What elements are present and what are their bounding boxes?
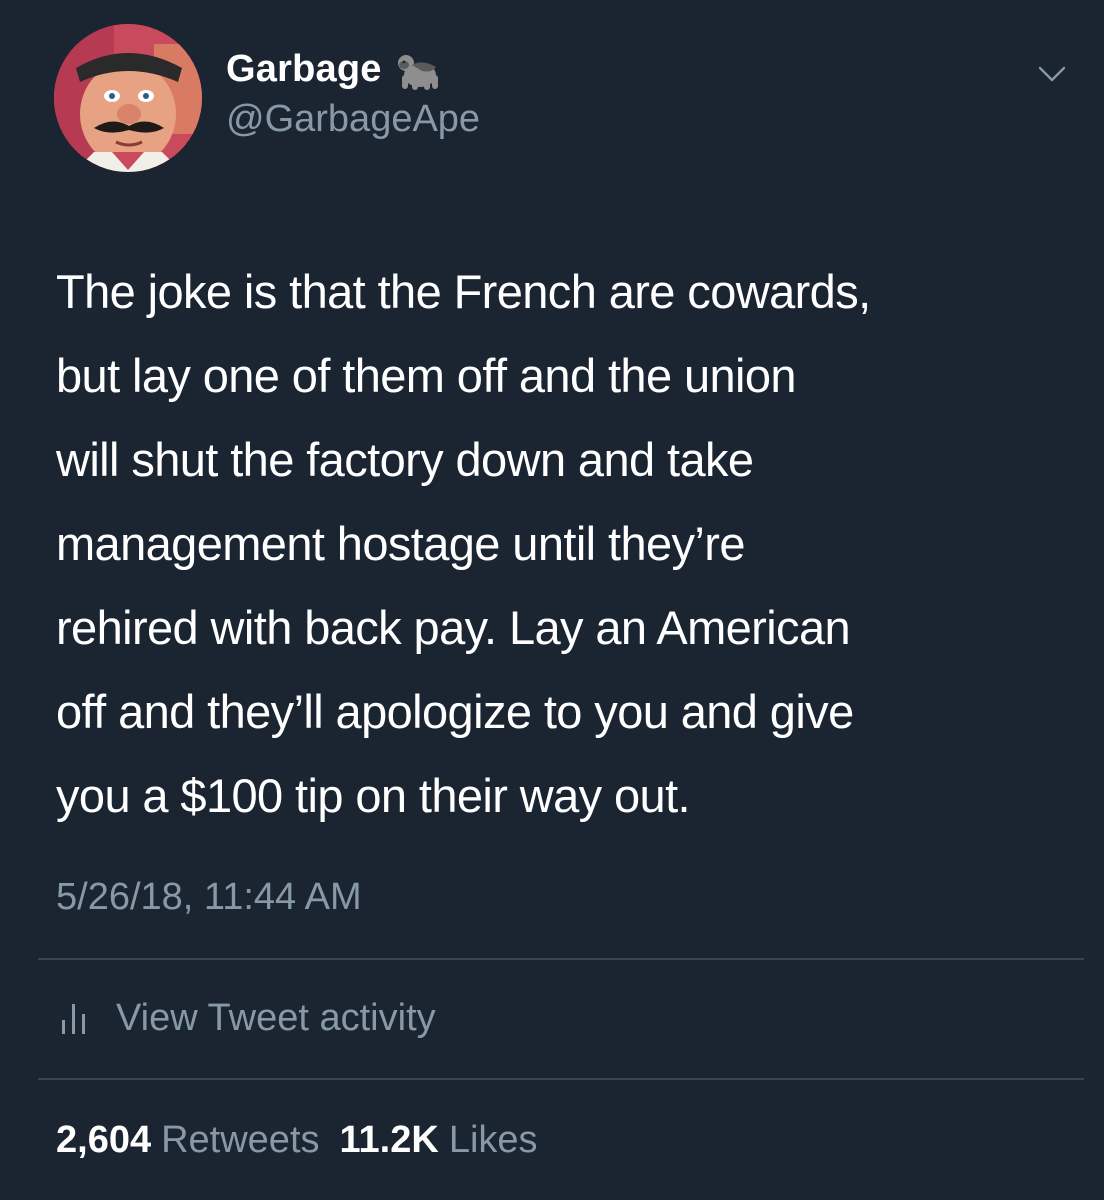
retweets-stat[interactable]: 2,604 Retweets (56, 1119, 340, 1162)
view-tweet-activity-label: View Tweet activity (116, 996, 436, 1039)
bar-chart-icon (62, 1004, 85, 1034)
likes-count: 11.2K (339, 1118, 439, 1161)
avatar-image (54, 24, 202, 172)
tweet-timestamp[interactable]: 5/26/18, 11:44 AM (56, 876, 362, 919)
tweet-line: The joke is that the French are cowards, (56, 265, 871, 318)
tweet-line: but lay one of them off and the union (56, 349, 797, 402)
tweet-line: will shut the factory down and take (56, 433, 754, 486)
tweet-body: The joke is that the French are cowards,… (56, 250, 1066, 838)
chevron-down-icon[interactable] (1030, 56, 1074, 92)
retweets-count: 2,604 (56, 1118, 152, 1161)
tweet-line: management hostage until they’re (56, 517, 745, 570)
author-name-row[interactable]: Garbage (226, 46, 448, 92)
tweet-line: rehired with back pay. Lay an American (56, 601, 851, 654)
view-tweet-activity-button[interactable]: View Tweet activity (56, 988, 436, 1048)
gorilla-emoji-icon (397, 55, 438, 90)
likes-label: Likes (448, 1118, 538, 1161)
divider (38, 958, 1084, 960)
tweet-line: you a $100 tip on their way out. (56, 769, 691, 822)
likes-stat[interactable]: 11.2K Likes (340, 1119, 558, 1162)
tweet-line: off and they’ll apologize to you and giv… (56, 685, 854, 738)
author-handle[interactable]: @GarbageApe (226, 98, 480, 141)
divider (38, 1078, 1084, 1080)
avatar[interactable] (54, 24, 202, 172)
retweets-label: Retweets (161, 1118, 320, 1161)
display-name[interactable]: Garbage (226, 48, 382, 91)
tweet-header: Garbage @GarbageApe (0, 0, 1104, 200)
tweet-stats: 2,604 Retweets 11.2K Likes (56, 1112, 558, 1168)
